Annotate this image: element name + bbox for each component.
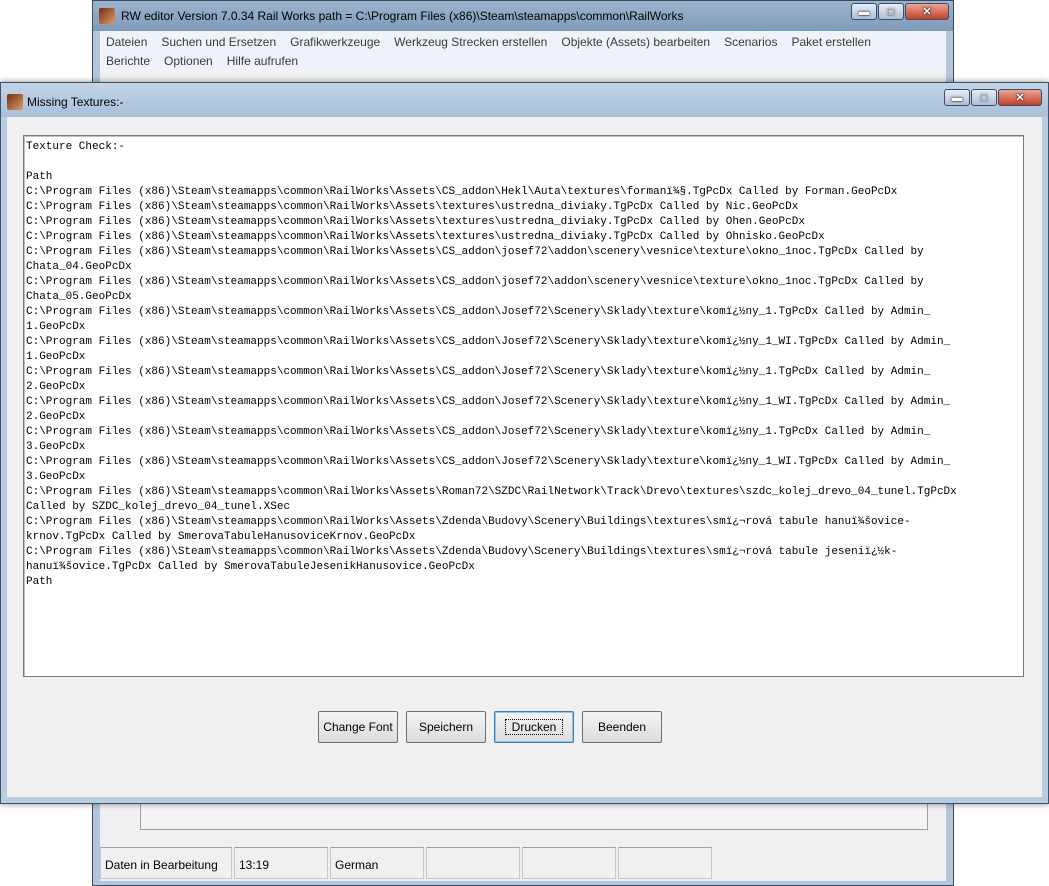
status-cell-empty-2 <box>522 847 616 879</box>
report-line: C:\Program Files (x86)\Steam\steamapps\c… <box>26 186 898 198</box>
maximize-icon: □ <box>887 5 895 18</box>
report-line: C:\Program Files (x86)\Steam\steamapps\c… <box>26 336 951 348</box>
maximize-icon: □ <box>980 91 988 104</box>
menu-hilfe-aufrufen[interactable]: Hilfe aufrufen <box>227 52 305 71</box>
close-icon: ✕ <box>1015 92 1025 104</box>
menu-suchen-und-ersetzen[interactable]: Suchen und Ersetzen <box>161 33 283 52</box>
report-line: C:\Program Files (x86)\Steam\steamapps\c… <box>26 216 805 228</box>
report-line: Texture Check:- <box>26 141 126 153</box>
drucken-button[interactable]: Drucken <box>494 711 574 743</box>
report-line: C:\Program Files (x86)\Steam\steamapps\c… <box>26 516 911 528</box>
menu-optionen[interactable]: Optionen <box>164 52 220 71</box>
status-cell-empty-3 <box>618 847 712 879</box>
status-bar: Daten in Bearbeitung 13:19 German <box>100 847 946 881</box>
dialog-client-area: Texture Check:- Path C:\Program Files (x… <box>7 117 1042 797</box>
report-line: C:\Program Files (x86)\Steam\steamapps\c… <box>26 456 951 468</box>
report-line: C:\Program Files (x86)\Steam\steamapps\c… <box>26 276 924 288</box>
menu-dateien[interactable]: Dateien <box>106 33 154 52</box>
menu-werkzeug-strecken-erstellen[interactable]: Werkzeug Strecken erstellen <box>394 33 554 52</box>
dialog-button-row: Change Font Speichern Drucken Beenden <box>318 711 670 743</box>
beenden-button[interactable]: Beenden <box>582 711 662 743</box>
report-line: 3.GeoPcDx <box>26 441 86 453</box>
dialog-titlebar[interactable]: Missing Textures:- ▬ □ ✕ <box>1 83 1048 117</box>
report-line: 2.GeoPcDx <box>26 411 86 423</box>
minimize-icon: ▬ <box>858 5 870 18</box>
dialog-maximize-button[interactable]: □ <box>971 89 997 106</box>
report-line: 2.GeoPcDx <box>26 381 86 393</box>
status-cell-language: German <box>330 847 424 879</box>
report-line: C:\Program Files (x86)\Steam\steamapps\c… <box>26 231 825 243</box>
menu-berichte[interactable]: Berichte <box>106 52 157 71</box>
dialog-window-controls: ▬ □ ✕ <box>943 89 1042 106</box>
report-line: C:\Program Files (x86)\Steam\steamapps\c… <box>26 426 931 438</box>
menu-grafikwerkzeuge[interactable]: Grafikwerkzeuge <box>290 33 387 52</box>
missing-textures-dialog: Missing Textures:- ▬ □ ✕ Texture Check:-… <box>0 82 1049 804</box>
report-line: C:\Program Files (x86)\Steam\steamapps\c… <box>26 366 931 378</box>
report-line: C:\Program Files (x86)\Steam\steamapps\c… <box>26 396 951 408</box>
status-cell-empty-1 <box>426 847 520 879</box>
menu-paket-erstellen[interactable]: Paket erstellen <box>791 33 877 52</box>
main-window-title: RW editor Version 7.0.34 Rail Works path… <box>121 9 684 23</box>
main-titlebar[interactable]: RW editor Version 7.0.34 Rail Works path… <box>93 1 953 31</box>
report-line: Path <box>26 576 53 588</box>
report-line: C:\Program Files (x86)\Steam\steamapps\c… <box>26 486 957 498</box>
report-line: hanuï¾šovice.TgPcDx Called by SmerovaTab… <box>26 561 475 573</box>
speichern-label: Speichern <box>418 720 474 734</box>
dialog-title: Missing Textures:- <box>27 95 124 109</box>
report-line: Chata_05.GeoPcDx <box>26 291 132 303</box>
change-font-button[interactable]: Change Font <box>318 711 398 743</box>
app-icon <box>7 94 23 110</box>
texture-report-textbox[interactable]: Texture Check:- Path C:\Program Files (x… <box>23 135 1024 677</box>
dialog-minimize-button[interactable]: ▬ <box>944 89 970 106</box>
report-line: 1.GeoPcDx <box>26 321 86 333</box>
report-line: Chata_04.GeoPcDx <box>26 261 132 273</box>
main-menubar: Dateien Suchen und Ersetzen Grafikwerkze… <box>100 31 946 73</box>
report-line: krnov.TgPcDx Called by SmerovaTabuleHanu… <box>26 531 416 543</box>
report-line: 1.GeoPcDx <box>26 351 86 363</box>
change-font-label: Change Font <box>323 720 393 734</box>
report-line: 3.GeoPcDx <box>26 471 86 483</box>
minimize-icon: ▬ <box>951 91 963 104</box>
status-cell-time: 13:19 <box>234 847 328 879</box>
report-line: Path <box>26 171 53 183</box>
report-line <box>26 155 1023 170</box>
report-line: C:\Program Files (x86)\Steam\steamapps\c… <box>26 306 931 318</box>
main-close-button[interactable]: ✕ <box>905 3 949 20</box>
report-line: Called by SZDC_kolej_drevo_04_tunel.XSec <box>26 501 291 513</box>
report-line: C:\Program Files (x86)\Steam\steamapps\c… <box>26 546 898 558</box>
report-line: C:\Program Files (x86)\Steam\steamapps\c… <box>26 246 924 258</box>
report-line: C:\Program Files (x86)\Steam\steamapps\c… <box>26 201 799 213</box>
app-icon <box>99 8 115 24</box>
close-icon: ✕ <box>922 6 932 18</box>
main-minimize-button[interactable]: ▬ <box>851 3 877 20</box>
drucken-label: Drucken <box>504 719 564 735</box>
status-cell-state: Daten in Bearbeitung <box>100 847 232 879</box>
menu-scenarios[interactable]: Scenarios <box>724 33 784 52</box>
menu-objekte-bearbeiten[interactable]: Objekte (Assets) bearbeiten <box>561 33 717 52</box>
speichern-button[interactable]: Speichern <box>406 711 486 743</box>
main-window-controls: ▬ □ ✕ <box>850 3 949 20</box>
main-maximize-button[interactable]: □ <box>878 3 904 20</box>
dialog-close-button[interactable]: ✕ <box>998 89 1042 106</box>
beenden-label: Beenden <box>597 720 647 734</box>
